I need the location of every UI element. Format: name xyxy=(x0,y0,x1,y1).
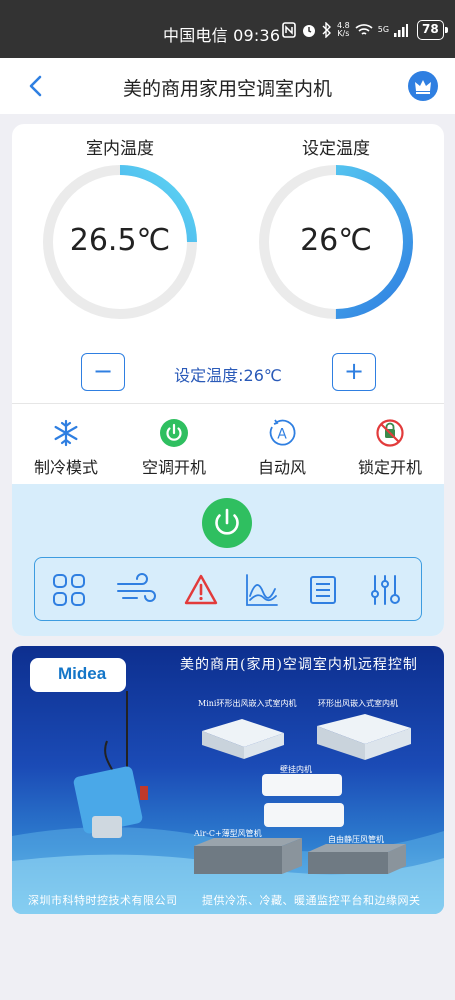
bluetooth-icon xyxy=(322,22,331,38)
auto-fan-icon: A xyxy=(269,419,296,446)
status-icons: 4.8 K/s 5G 78 xyxy=(282,18,448,42)
mode-lock[interactable]: 锁定开机 xyxy=(340,418,440,478)
carrier-time: 中国电信 09:36 xyxy=(163,26,281,45)
duct-unit-illustration xyxy=(194,838,302,874)
crown-icon xyxy=(415,80,431,94)
nfc-icon xyxy=(282,22,296,38)
grid-icon[interactable] xyxy=(51,572,87,608)
mode-lock-label: 锁定开机 xyxy=(357,458,422,477)
battery-indicator: 78 xyxy=(417,20,448,40)
mode-cooling[interactable]: 制冷模式 xyxy=(16,418,116,478)
mode-power-on-label: 空调开机 xyxy=(141,458,206,477)
wifi-icon xyxy=(355,24,373,35)
product-label-duct: 自由静压风管机 xyxy=(328,835,384,844)
product-label-wall: 壁挂内机 xyxy=(280,765,312,774)
indoor-temp-value: 26.5℃ xyxy=(69,223,171,258)
page-title: 美的商用家用空调室内机 xyxy=(122,78,332,100)
product-label-air-c: Air-C+薄型风管机 xyxy=(194,829,262,838)
high-static-duct-illustration xyxy=(308,844,406,874)
banner-slogan: 提供冷冻、冷藏、暖通监控平台和边缘网关 xyxy=(202,894,421,907)
midea-logo-text: Midea xyxy=(58,664,107,683)
signal-icon xyxy=(394,24,409,37)
net-speed: 4.8 K/s xyxy=(337,21,350,38)
increase-temp-button[interactable]: + xyxy=(332,353,376,391)
signal-label: 5G xyxy=(377,25,390,34)
cassette-unit-illustration xyxy=(202,719,284,759)
product-label-mini-cassette: Mini环形出风嵌入式室内机 xyxy=(198,699,297,708)
lock-disabled-icon xyxy=(376,419,404,447)
mode-power-on[interactable]: 空调开机 xyxy=(124,418,224,478)
alarm-icon xyxy=(303,25,315,37)
list-icon[interactable] xyxy=(305,572,341,608)
setpoint-temp-label: 设定温度 xyxy=(302,139,370,159)
status-card: 室内温度 26.5℃ 设定温度 26℃ − 设定温度:26℃ + 制冷模式 空调… xyxy=(12,124,444,636)
status-bar: 中国电信 09:36 4.8 K/s 5G 78 xyxy=(0,0,455,58)
gateway-device-illustration xyxy=(73,691,148,838)
mode-auto-fan[interactable]: A 自动风 xyxy=(232,418,332,478)
setpoint-text: 设定温度:26℃ xyxy=(174,366,282,385)
svg-text:A: A xyxy=(277,427,287,443)
power-on-icon xyxy=(160,419,188,447)
vip-crown-button[interactable] xyxy=(408,71,438,101)
product-label-cassette: 环形出风嵌入式室内机 xyxy=(318,699,398,708)
curve-chart-icon[interactable] xyxy=(243,572,279,608)
snowflake-icon xyxy=(54,419,78,447)
divider xyxy=(12,403,444,404)
function-toolbar xyxy=(34,557,422,621)
banner-company: 深圳市科特时控技术有限公司 xyxy=(28,894,178,907)
mode-cooling-label: 制冷模式 xyxy=(33,458,98,477)
midea-logo: Midea xyxy=(30,658,126,692)
cassette-unit-2-illustration xyxy=(317,714,411,760)
wall-units-illustration xyxy=(262,774,344,827)
sliders-icon[interactable] xyxy=(367,572,403,608)
indoor-temp-label: 室内温度 xyxy=(86,139,154,159)
setpoint-temp-value: 26℃ xyxy=(300,223,372,258)
power-button[interactable] xyxy=(202,498,252,548)
mode-auto-fan-label: 自动风 xyxy=(257,458,306,477)
wind-icon[interactable] xyxy=(115,572,157,608)
promo-banner[interactable]: Midea 美的商用(家用)空调室内机远程控制 Mini环形出风嵌入式室内机 环… xyxy=(12,646,444,914)
nav-bar: 美的商用家用空调室内机 xyxy=(0,58,455,114)
control-panel xyxy=(12,484,444,636)
warning-icon[interactable] xyxy=(183,572,219,608)
banner-title: 美的商用(家用)空调室内机远程控制 xyxy=(180,657,418,673)
power-icon xyxy=(215,508,239,535)
